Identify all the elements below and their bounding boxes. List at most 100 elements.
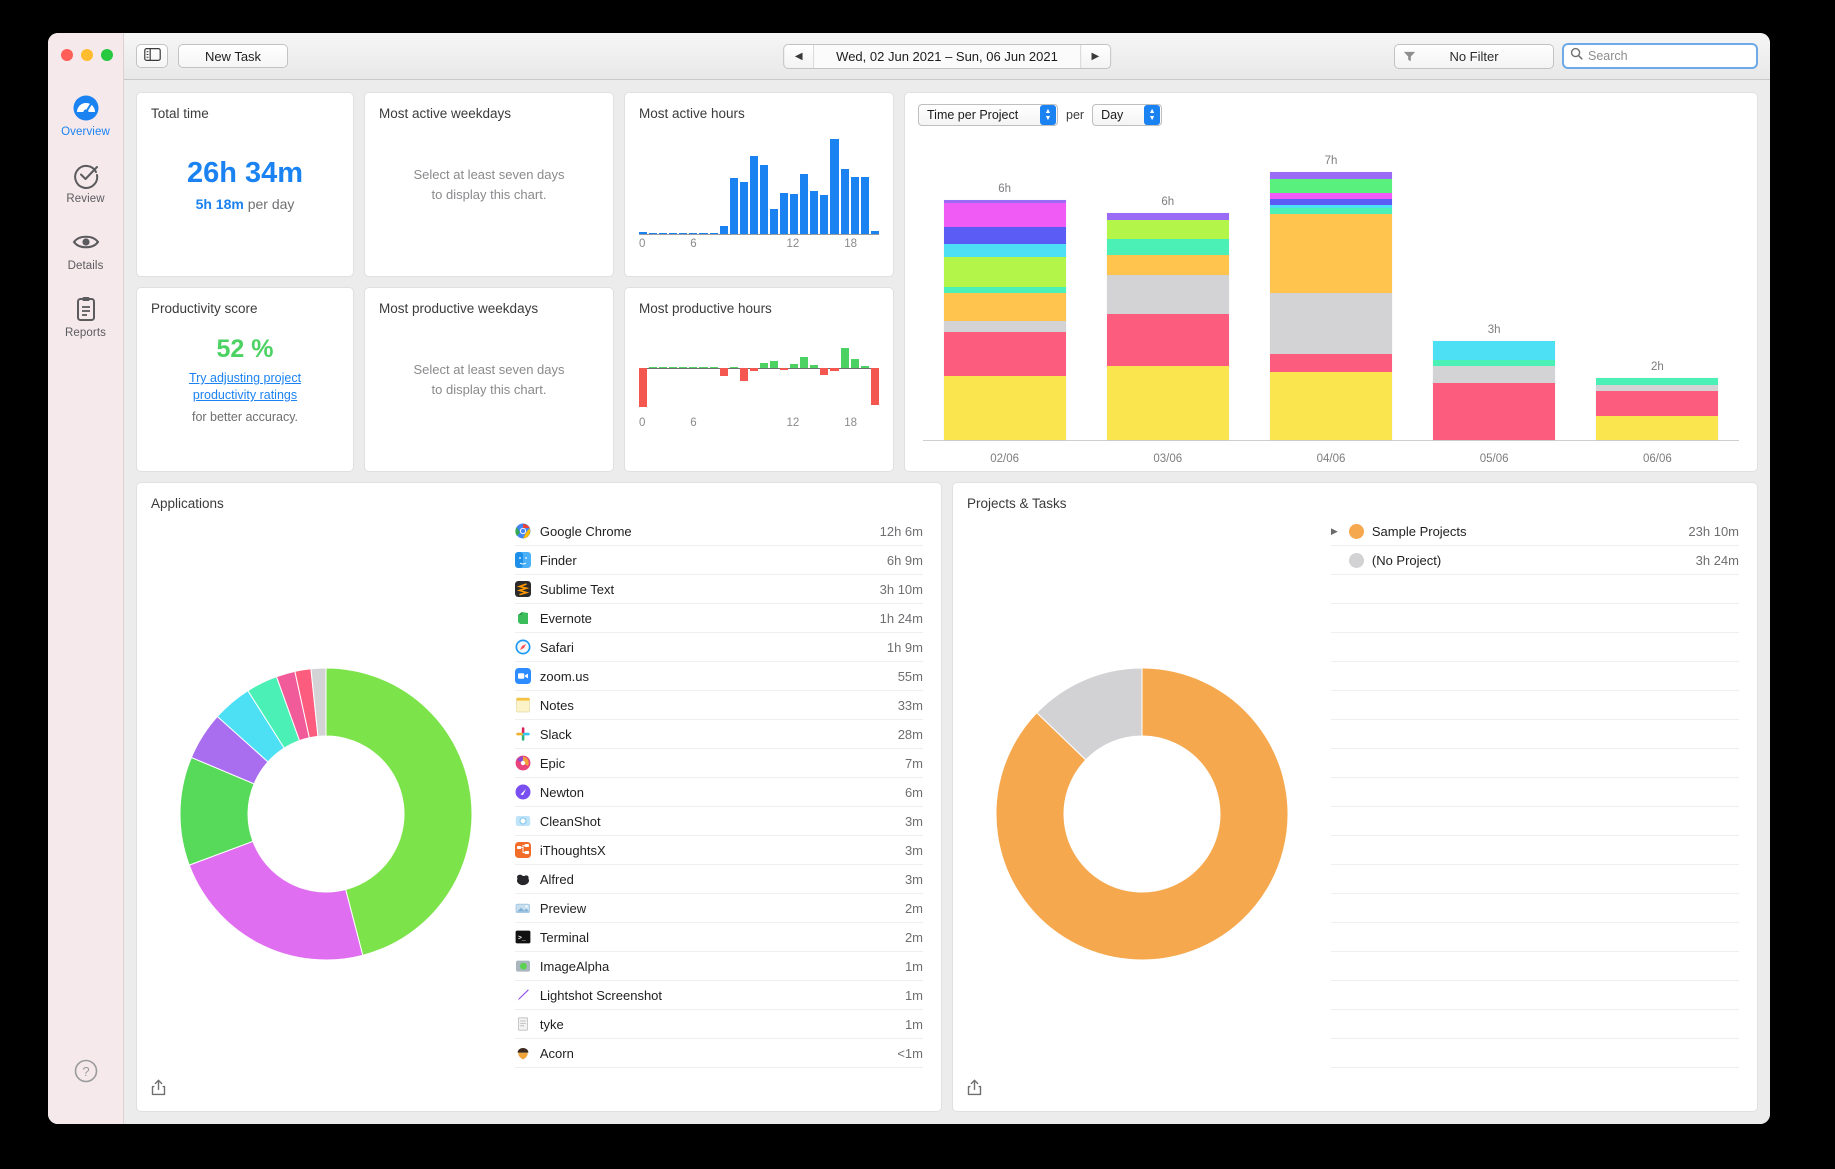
search-box[interactable] xyxy=(1562,43,1758,69)
bar-total-label: 3h xyxy=(1487,324,1501,337)
empty-line-1: Select at least seven days xyxy=(413,362,565,377)
project-row[interactable]: (No Project) 3h 24m xyxy=(1330,546,1739,575)
application-name: Epic xyxy=(539,755,566,771)
close-button[interactable] xyxy=(61,49,73,61)
application-row[interactable]: Newton 6m xyxy=(514,778,923,807)
donut-slice xyxy=(188,840,364,961)
share-projects-button[interactable] xyxy=(967,1079,982,1101)
toolbar-right-group: No Filter xyxy=(1394,43,1758,69)
application-row[interactable]: ImageAlpha 1m xyxy=(514,952,923,981)
x-tick-label: 12 xyxy=(786,238,800,250)
metric-select[interactable]: Time per Project ▲ ▼ xyxy=(918,104,1058,126)
svg-text:?: ? xyxy=(82,1064,89,1079)
card-total-time: Total time 26h 34m 5h 18m per day xyxy=(136,92,354,277)
application-row[interactable]: >_ Terminal 2m xyxy=(514,923,923,952)
sidebar-item-details[interactable]: Details xyxy=(48,215,124,282)
applications-body: Google Chrome 12h 6m Finder 6h 9m Sublime Te… xyxy=(137,511,941,1111)
application-row[interactable]: Sublime Text 3h 10m xyxy=(514,575,923,604)
imagealpha-icon xyxy=(515,958,531,974)
application-row[interactable]: Google Chrome 12h 6m xyxy=(514,517,923,546)
application-row[interactable]: Acorn <1m xyxy=(514,1039,923,1068)
application-row[interactable]: zoom.us 55m xyxy=(514,662,923,691)
application-row[interactable]: Slack 28m xyxy=(514,720,923,749)
adjust-ratings-link[interactable]: Try adjusting project productivity ratin… xyxy=(189,370,301,404)
next-period-button[interactable]: ▶ xyxy=(1079,44,1110,68)
disclosure-triangle-icon[interactable]: ▶ xyxy=(1331,526,1341,537)
application-time: 7m xyxy=(904,755,923,771)
bar xyxy=(820,195,829,234)
stack-segment xyxy=(1106,220,1229,239)
stack-segment xyxy=(943,375,1066,440)
card-most-productive-hours: Most productive hours 0 6 12 18 xyxy=(624,287,894,472)
x-tick-label: 03/06 xyxy=(1153,453,1183,465)
bar xyxy=(780,368,789,370)
stack-segment xyxy=(943,202,1066,228)
application-row[interactable]: Safari 1h 9m xyxy=(514,633,923,662)
minimize-button[interactable] xyxy=(81,49,93,61)
bar xyxy=(709,233,718,234)
application-time: 3m xyxy=(904,813,923,829)
bar-slot xyxy=(699,322,708,414)
bar-slot xyxy=(800,322,809,414)
productivity-body: 52 % Try adjusting project productivity … xyxy=(137,288,353,471)
check-circle-icon xyxy=(72,161,100,189)
projects-list[interactable]: ▶ Sample Projects 23h 10m (No Project) 3h 24… xyxy=(1330,517,1757,1111)
sidebar-item-reports[interactable]: Reports xyxy=(48,282,124,349)
search-input[interactable] xyxy=(1588,49,1750,63)
bar xyxy=(709,367,718,368)
x-tick-label: 05/06 xyxy=(1479,453,1509,465)
diverging-bars xyxy=(639,322,879,414)
sidebar-item-overview[interactable]: Overview xyxy=(48,81,124,148)
bar-slot xyxy=(810,322,819,414)
stack-segment xyxy=(1433,366,1556,383)
epic-icon xyxy=(515,755,531,771)
application-time: 55m xyxy=(897,668,923,684)
filter-button[interactable]: No Filter xyxy=(1394,43,1554,69)
empty-row xyxy=(1330,720,1739,749)
gauge-icon xyxy=(72,94,100,122)
card-title: Most productive hours xyxy=(639,301,772,316)
application-row[interactable]: Preview 2m xyxy=(514,894,923,923)
x-tick-label: 04/06 xyxy=(1316,453,1346,465)
sidebar-toggle-button[interactable] xyxy=(136,44,168,68)
previous-period-button[interactable]: ◀ xyxy=(784,44,815,68)
summary-cards: Total time 26h 34m 5h 18m per day Most a… xyxy=(136,92,894,472)
x-tick-label: 6 xyxy=(690,417,697,429)
project-row[interactable]: ▶ Sample Projects 23h 10m xyxy=(1330,517,1739,546)
total-time-value: 26h 34m xyxy=(186,157,304,189)
stack-segment xyxy=(1106,314,1229,367)
application-row[interactable]: Notes 33m xyxy=(514,691,923,720)
bar xyxy=(759,363,769,368)
bar xyxy=(649,367,658,368)
sidebar-item-review[interactable]: Review xyxy=(48,148,124,215)
application-row[interactable]: Evernote 1h 24m xyxy=(514,604,923,633)
application-row[interactable]: tyke 1m xyxy=(514,1010,923,1039)
new-task-button[interactable]: New Task xyxy=(178,44,288,68)
application-row[interactable]: iThoughtsX 3m xyxy=(514,836,923,865)
help-button[interactable]: ? xyxy=(74,1059,98,1088)
x-tick-label: 18 xyxy=(844,417,857,429)
bar-slot xyxy=(830,322,839,414)
period-select[interactable]: Day ▲ ▼ xyxy=(1092,104,1163,126)
application-row[interactable]: Epic 7m xyxy=(514,749,923,778)
per-label: per xyxy=(1066,108,1085,122)
stacked-bar-column: 7h xyxy=(1269,155,1392,440)
applications-list[interactable]: Google Chrome 12h 6m Finder 6h 9m Sublime Te… xyxy=(514,517,941,1111)
application-row[interactable]: Alfred 3m xyxy=(514,865,923,894)
acorn-icon xyxy=(515,1045,531,1061)
toolbar: New Task ◀ Wed, 02 Jun 2021 – Sun, 06 Ju… xyxy=(124,33,1770,80)
application-name: Slack xyxy=(539,726,572,742)
card-most-productive-weekdays: Most productive weekdays Select at least… xyxy=(364,287,614,472)
application-time: 28m xyxy=(897,726,923,742)
filter-label: No Filter xyxy=(1449,48,1499,64)
application-row[interactable]: Finder 6h 9m xyxy=(514,546,923,575)
x-tick-label: 18 xyxy=(844,238,857,250)
bar-slot xyxy=(850,322,859,414)
card-productivity-score: Productivity score 52 % Try adjusting pr… xyxy=(136,287,354,472)
evernote-icon xyxy=(515,610,531,626)
zoom-button[interactable] xyxy=(101,49,113,61)
metric-select-value: Time per Project xyxy=(927,108,1019,122)
application-row[interactable]: Lightshot Screenshot 1m xyxy=(514,981,923,1010)
share-applications-button[interactable] xyxy=(151,1079,166,1101)
application-row[interactable]: CleanShot 3m xyxy=(514,807,923,836)
